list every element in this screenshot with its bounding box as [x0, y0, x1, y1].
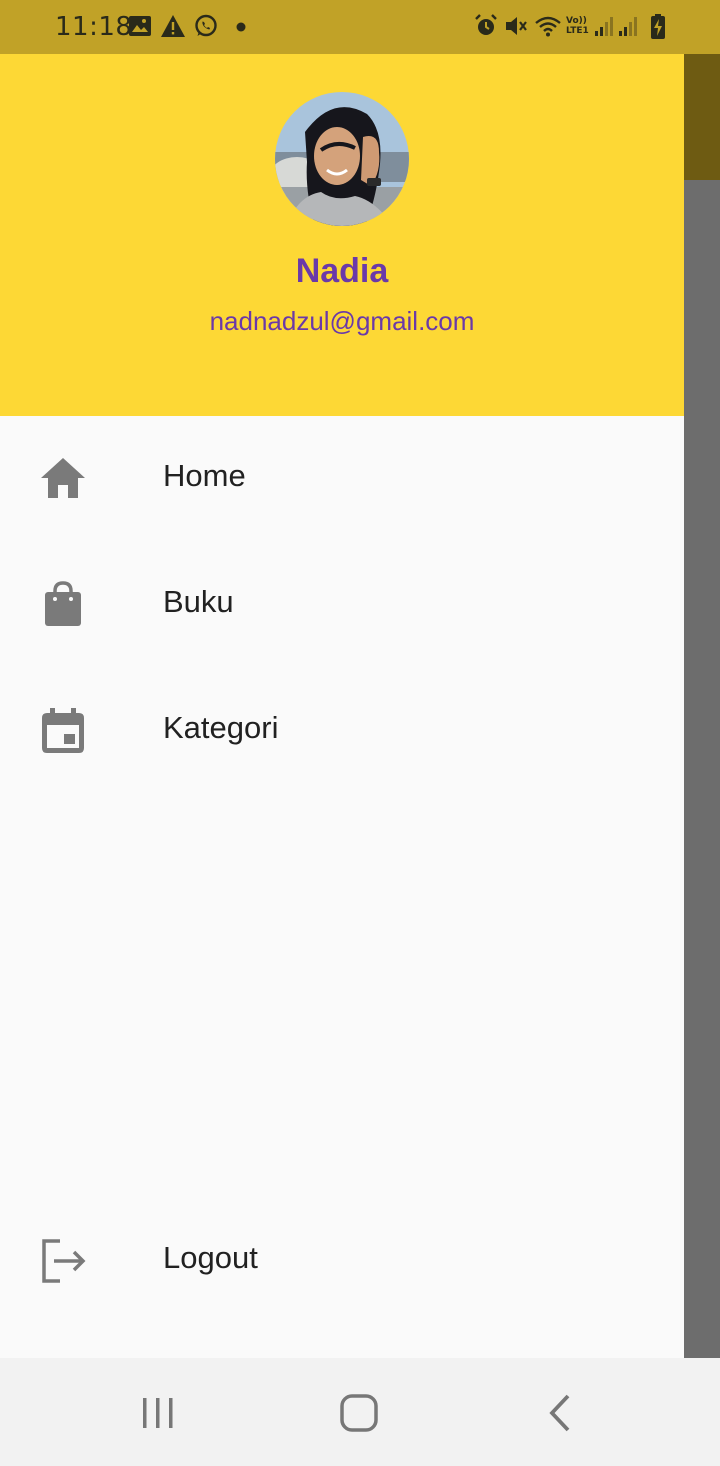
user-email: nadnadzul@gmail.com	[209, 306, 475, 336]
dot-icon	[236, 22, 246, 32]
menu-item-kategori[interactable]: Kategori	[0, 680, 684, 780]
menu-label-logout: Logout	[163, 1240, 258, 1275]
mute-icon	[506, 17, 527, 35]
menu-item-home[interactable]: Home	[0, 428, 684, 528]
home-button-icon[interactable]	[334, 1388, 384, 1438]
signal-icon-2	[619, 17, 637, 36]
warning-icon	[161, 15, 185, 37]
volte-icon: Vo)) LTE1	[566, 16, 589, 36]
user-name: Nadia	[295, 252, 389, 290]
menu-item-logout[interactable]: Logout	[0, 1210, 684, 1310]
logout-icon	[42, 1239, 86, 1283]
signal-icon	[595, 17, 613, 36]
home-icon	[41, 458, 85, 498]
image-icon	[129, 16, 151, 36]
recent-apps-icon[interactable]	[133, 1388, 183, 1438]
menu-label-buku: Buku	[163, 584, 234, 619]
shopping-bag-icon	[45, 581, 81, 626]
whatsapp-icon	[195, 14, 217, 37]
avatar-photo	[275, 92, 409, 226]
back-icon[interactable]	[536, 1388, 586, 1438]
menu-label-home: Home	[163, 458, 246, 493]
alarm-icon	[475, 14, 497, 35]
wifi-icon	[535, 16, 561, 37]
system-nav-bar	[0, 1358, 720, 1466]
drawer-header: Nadia nadnadzul@gmail.com	[0, 54, 684, 416]
menu-item-buku[interactable]: Buku	[0, 554, 684, 654]
menu-label-kategori: Kategori	[163, 710, 279, 745]
status-bar: 11:18 Vo)) LTE1	[0, 0, 720, 54]
status-time: 11:18	[55, 12, 133, 42]
calendar-icon	[42, 708, 84, 753]
battery-charging-icon	[651, 14, 665, 39]
navigation-drawer: Nadia nadnadzul@gmail.com Home Buku Kate…	[0, 54, 684, 1358]
avatar[interactable]	[275, 92, 409, 226]
